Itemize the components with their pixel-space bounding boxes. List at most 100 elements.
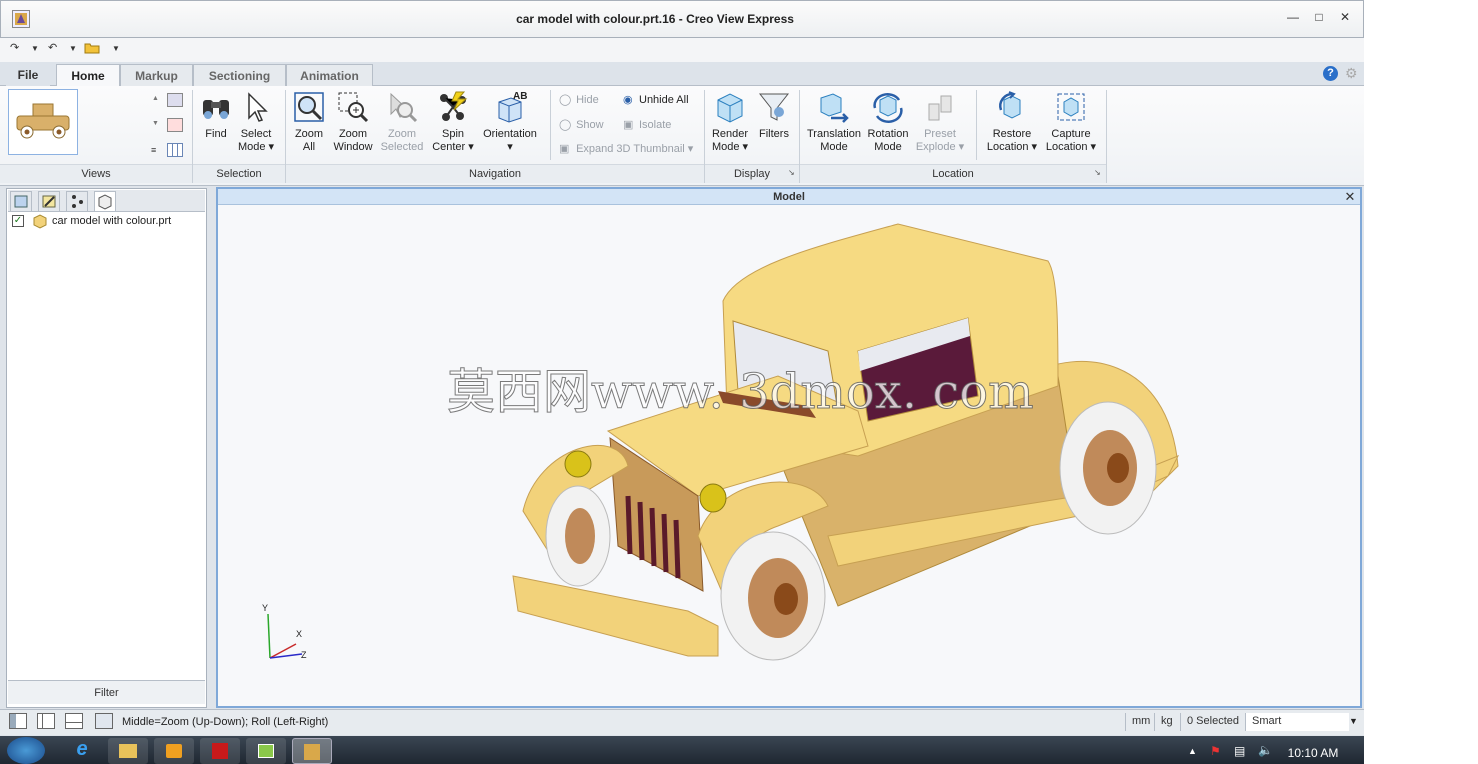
help-icon[interactable]: ? — [1323, 66, 1338, 81]
viewport-title: Model — [218, 189, 1360, 205]
views-more-icon[interactable]: ≡ — [151, 145, 156, 155]
tab-animation[interactable]: Animation — [286, 64, 373, 86]
layout-4-icon[interactable] — [95, 713, 113, 729]
redo-icon[interactable]: ↷ — [10, 41, 19, 57]
tab-file[interactable]: File ▾ — [6, 64, 50, 96]
zoom-window-icon — [338, 92, 369, 123]
redo-dropdown-icon[interactable]: ▼ — [31, 44, 39, 60]
car-model-3d[interactable] — [218, 206, 1360, 706]
unhide-all-icon: ◉ — [623, 94, 633, 106]
group-label-views: Views — [0, 164, 192, 183]
part-cube-icon — [32, 213, 48, 232]
tree-item-label[interactable]: car model with colour.prt — [52, 215, 171, 227]
layout-3-icon[interactable] — [65, 713, 83, 729]
tab-markup[interactable]: Markup — [120, 64, 193, 86]
capture-location-button[interactable]: Capture Location ▾ — [1042, 90, 1100, 154]
undo-dropdown-icon[interactable]: ▼ — [69, 44, 77, 60]
hide-icon: ◯ — [559, 94, 572, 106]
front-right-wheel — [545, 485, 611, 587]
tab-structure-icon[interactable] — [10, 191, 32, 212]
front-left-wheel — [720, 531, 826, 661]
views-scroll-up-icon[interactable]: ▲ — [152, 95, 159, 102]
zoom-all-button[interactable]: Zoom All — [288, 90, 330, 154]
view-thumbnail[interactable] — [8, 89, 78, 155]
translation-icon — [820, 93, 849, 123]
view-delete-icon[interactable] — [167, 118, 183, 132]
maximize-button[interactable]: □ — [1308, 10, 1330, 26]
unhide-all-button[interactable]: ◉ Unhide All — [623, 94, 689, 107]
location-launcher-icon[interactable]: ↘ — [1094, 168, 1101, 177]
unit-mass[interactable]: kg — [1154, 713, 1180, 731]
render-cube-icon — [717, 93, 743, 123]
spin-center-button[interactable]: Spin Center ▾ — [430, 90, 476, 154]
image-viewer-icon[interactable] — [246, 738, 286, 764]
watermark: 莫西网www. 3dmox. com — [447, 364, 1035, 421]
close-window-button[interactable]: ✕ — [1334, 10, 1356, 26]
find-button[interactable]: Find — [196, 90, 236, 141]
views-scroll-down-icon[interactable]: ▼ — [152, 120, 159, 127]
undo-icon[interactable]: ↶ — [48, 41, 57, 57]
zoom-selected-icon — [390, 92, 418, 123]
axis-z-label: Z — [301, 650, 307, 660]
view-grid-icon[interactable] — [167, 143, 183, 157]
start-button[interactable] — [7, 737, 45, 764]
axis-y-label: Y — [262, 603, 269, 613]
blank-area — [1364, 0, 1478, 764]
settings-gear-icon[interactable]: ⚙ — [1345, 65, 1358, 82]
selection-count: 0 Selected — [1180, 713, 1244, 731]
group-label-display: Display — [705, 164, 799, 183]
group-label-location: Location — [800, 164, 1106, 183]
zoom-selected-button[interactable]: Zoom Selected — [377, 90, 427, 154]
tray-expand-icon[interactable]: ▲ — [1188, 746, 1197, 756]
qat-customize-icon[interactable]: ▼ — [112, 44, 120, 60]
tab-markups-icon[interactable] — [38, 191, 60, 212]
minimize-button[interactable]: — — [1282, 10, 1304, 26]
selection-filter-select[interactable]: Smart — [1245, 713, 1349, 731]
ribbon-separator — [976, 90, 977, 160]
explorer-icon[interactable] — [108, 738, 148, 764]
clock[interactable]: 10:10 AM — [1282, 746, 1344, 760]
tab-parts-icon[interactable] — [94, 191, 116, 212]
group-label-navigation: Navigation — [286, 164, 704, 183]
tree-item-checkbox[interactable]: ✓ — [12, 215, 24, 227]
tab-home[interactable]: Home — [56, 64, 120, 87]
zoom-window-button[interactable]: Zoom Window — [330, 90, 376, 154]
restore-location-icon — [999, 91, 1021, 119]
show-icon: ◯ — [559, 119, 572, 131]
expand-3d-thumbnail-button[interactable]: ▣ Expand 3D Thumbnail ▾ — [559, 143, 693, 156]
layout-2-icon[interactable] — [37, 713, 55, 729]
render-mode-button[interactable]: Render Mode ▾ — [708, 90, 752, 154]
cursor-arrow-icon — [248, 92, 268, 122]
network-icon[interactable]: ▤ — [1234, 744, 1245, 758]
capture-location-icon — [1057, 93, 1085, 121]
select-mode-button[interactable]: Select Mode ▾ — [236, 90, 276, 154]
open-folder-icon[interactable] — [84, 40, 100, 56]
filters-button[interactable]: Filters — [754, 90, 794, 141]
layout-1-icon[interactable] — [9, 713, 27, 729]
restore-location-button[interactable]: Restore Location ▾ — [982, 90, 1042, 154]
hide-button[interactable]: ◯ Hide — [559, 94, 599, 107]
thumbnail-icon: ▣ — [559, 143, 570, 155]
volume-icon[interactable]: 🔈 — [1258, 743, 1273, 757]
orientation-button[interactable]: AB Orientation ▾ — [482, 90, 538, 154]
show-button[interactable]: ◯ Show — [559, 119, 604, 132]
display-launcher-icon[interactable]: ↘ — [788, 168, 795, 177]
view-save-icon[interactable] — [167, 93, 183, 107]
unit-length[interactable]: mm — [1125, 713, 1153, 731]
window-title: car model with colour.prt.16 - Creo View… — [516, 12, 794, 26]
rotation-mode-button[interactable]: Rotation Mode — [864, 90, 912, 154]
browser-icon[interactable]: e — [62, 738, 102, 764]
group-label-selection: Selection — [193, 164, 285, 183]
preset-explode-button[interactable]: Preset Explode ▾ — [914, 90, 966, 154]
chevron-down-icon[interactable]: ▼ — [1349, 716, 1358, 726]
isolate-button[interactable]: ▣ Isolate — [623, 119, 671, 132]
media-player-icon[interactable] — [154, 738, 194, 764]
tab-tree-icon[interactable] — [66, 191, 88, 212]
viewport-close-icon[interactable]: ✕ — [1341, 189, 1359, 205]
action-center-flag-icon[interactable]: ⚑ — [1210, 744, 1221, 758]
filter-bar[interactable]: Filter — [8, 680, 205, 704]
tab-sectioning[interactable]: Sectioning — [193, 64, 286, 86]
pdf-reader-icon[interactable] — [200, 738, 240, 764]
translation-mode-button[interactable]: Translation Mode — [804, 90, 864, 154]
creo-view-taskbar-icon[interactable] — [292, 738, 332, 764]
